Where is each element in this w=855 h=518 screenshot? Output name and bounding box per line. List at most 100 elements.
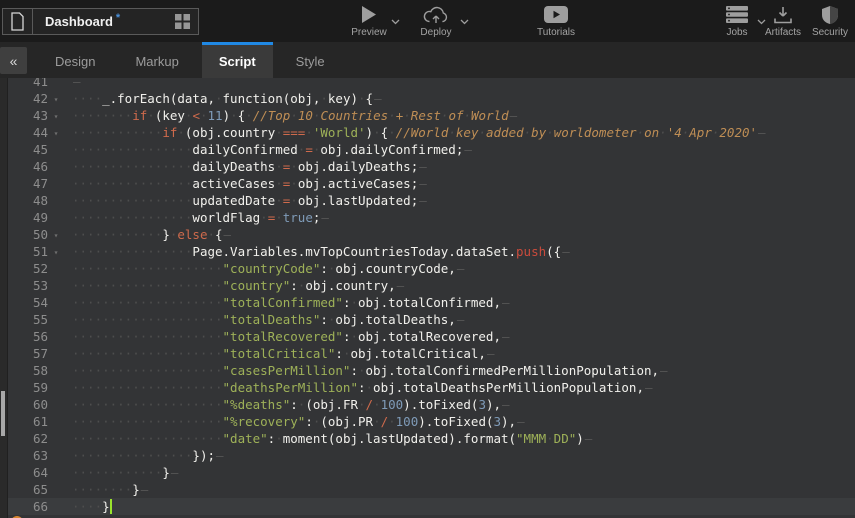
chevron-down-icon[interactable] [460,19,469,25]
code-text[interactable]: ············}·else·{– [64,227,231,242]
collapse-panel-button[interactable]: « [0,47,27,74]
eol-marker: – [224,227,232,242]
fold-arrow-icon[interactable]: ▾ [48,91,64,108]
code-line[interactable]: 65········}– [8,481,855,498]
code-text[interactable]: ····················"date":·moment(obj.l… [64,431,592,446]
code-line[interactable]: 47················activeCases·=·obj.acti… [8,175,855,192]
cloud-upload-icon [422,5,450,25]
deploy-button[interactable]: Deploy [412,4,460,38]
eol-marker: – [585,431,593,446]
code-text[interactable]: – [64,78,81,89]
code-line[interactable]: 66 ····} [8,498,855,515]
code-line[interactable]: 43▾········if·(key·<·11)·{·//Top·10·Coun… [8,107,855,124]
line-number: 45 [8,141,48,158]
code-line[interactable]: 63················});– [8,447,855,464]
line-number: 62 [8,430,48,447]
code-line[interactable]: 53····················"country":·obj.cou… [8,277,855,294]
code-text[interactable]: ····················"country":·obj.count… [64,278,404,293]
tutorials-button[interactable]: Tutorials [531,4,581,38]
code-text[interactable]: ····················"countryCode":·obj.c… [64,261,464,276]
security-button[interactable]: Security [808,4,852,38]
code-text[interactable]: ····················"%deaths":·(obj.FR·/… [64,397,510,412]
code-line[interactable]: 44▾············if·(obj.country·===·'Worl… [8,124,855,141]
eol-marker: – [321,210,329,225]
tabbar: « DesignMarkupScriptStyle [0,42,855,78]
code-text[interactable]: ················Page.Variables.mvTopCoun… [64,244,570,259]
code-line[interactable]: 46················dailyDeaths·=·obj.dail… [8,158,855,175]
code-text[interactable]: ····················"totalRecovered":·ob… [64,329,510,344]
code-text[interactable]: ········if·(key·<·11)·{·//Top·10·Countri… [64,108,517,123]
tab-markup[interactable]: Markup [118,42,195,78]
fold-arrow-icon[interactable]: ▾ [48,227,64,244]
pages-grid-icon[interactable] [175,14,190,29]
code-line[interactable]: 60····················"%deaths":·(obj.FR… [8,396,855,413]
eol-marker: – [374,91,382,106]
page-title: Dashboard [45,14,113,29]
code-text[interactable]: ····_.forEach(data,·function(obj,·key)·{… [64,91,382,106]
app-window: Dashboard* Preview Deploy [0,0,855,518]
eol-marker: – [419,159,427,174]
code-text[interactable]: ············if·(obj.country·===·'World')… [64,125,766,140]
tab-script[interactable]: Script [202,42,273,78]
code-line[interactable]: 45 ················dailyConfirmed·=·obj.d… [8,141,855,158]
code-text[interactable]: ····················"%recovery":·(obj.PR… [64,414,525,429]
code-text[interactable]: ················worldFlag·=·true;– [64,210,329,225]
code-text[interactable]: ················updatedDate·=·obj.lastUp… [64,193,427,208]
code-line[interactable]: 48················updatedDate·=·obj.last… [8,192,855,209]
preview-button[interactable]: Preview [346,4,392,38]
code-text[interactable]: ················activeCases·=·obj.active… [64,176,427,191]
code-line[interactable]: 57 ····················"totalCritical":·o… [8,345,855,362]
eol-marker: – [487,346,495,361]
page-icon-button[interactable] [2,8,33,35]
code-text[interactable]: ····} [64,499,112,514]
jobs-button[interactable]: Jobs [716,4,758,38]
line-number: 43 [8,107,48,124]
artifacts-button[interactable]: Artifacts [760,4,806,38]
code-text[interactable]: ············}– [64,465,178,480]
play-icon [361,5,377,24]
code-text[interactable]: ····················"totalCritical":·obj… [64,346,494,361]
code-line[interactable]: 54····················"totalConfirmed":·… [8,294,855,311]
code-text[interactable]: ········}– [64,482,148,497]
fold-arrow-icon[interactable]: ▾ [48,244,64,261]
code-rows[interactable]: 41–42▾····_.forEach(data,·function(obj,·… [8,78,855,518]
eol-marker: – [457,312,465,327]
download-icon [773,6,793,24]
eol-marker: – [502,295,510,310]
code-line[interactable]: 42▾····_.forEach(data,·function(obj,·key… [8,90,855,107]
code-line[interactable]: 64············}– [8,464,855,481]
code-line[interactable]: 56····················"totalRecovered":·… [8,328,855,345]
code-line[interactable]: 59 ····················"deathsPerMillion"… [8,379,855,396]
code-line[interactable]: 62 ····················"date":·moment(obj… [8,430,855,447]
tab-style[interactable]: Style [279,42,342,78]
code-text[interactable]: ················});– [64,448,224,463]
fold-arrow-icon[interactable]: ▾ [48,125,64,142]
line-number: 59 [8,379,48,396]
code-line[interactable]: 41– [8,78,855,90]
code-text[interactable]: ····················"deathsPerMillion":·… [64,380,653,395]
code-line[interactable]: 50▾············}·else·{– [8,226,855,243]
code-line[interactable]: 61····················"%recovery":·(obj.… [8,413,855,430]
code-text[interactable]: ····················"casesPerMillion":·o… [64,363,668,378]
code-line[interactable]: 58····················"casesPerMillion":… [8,362,855,379]
unsaved-marker: * [116,12,120,24]
code-editor[interactable]: 41–42▾····_.forEach(data,·function(obj,·… [0,78,855,518]
code-line[interactable]: 55····················"totalDeaths":·obj… [8,311,855,328]
line-number: 57 [8,345,48,362]
code-line[interactable]: 49················worldFlag·=·true;– [8,209,855,226]
line-number: 66 [8,498,48,515]
code-line[interactable]: 51▾················Page.Variables.mvTopC… [8,243,855,260]
fold-arrow-icon[interactable]: ▾ [48,108,64,125]
tab-design[interactable]: Design [38,42,112,78]
code-text[interactable]: ················dailyDeaths·=·obj.dailyD… [64,159,427,174]
eol-marker: – [517,414,525,429]
chevron-down-icon[interactable] [391,19,400,25]
eol-marker: – [502,397,510,412]
code-line[interactable]: 52 ····················"countryCode":·obj… [8,260,855,277]
code-text[interactable]: ····················"totalConfirmed":·ob… [64,295,510,310]
page-name-button[interactable]: Dashboard* [33,8,199,35]
line-number: 52 [8,260,48,277]
code-text[interactable]: ················dailyConfirmed·=·obj.dai… [64,142,472,157]
left-scrollbar-thumb[interactable] [1,391,5,436]
code-text[interactable]: ····················"totalDeaths":·obj.t… [64,312,464,327]
